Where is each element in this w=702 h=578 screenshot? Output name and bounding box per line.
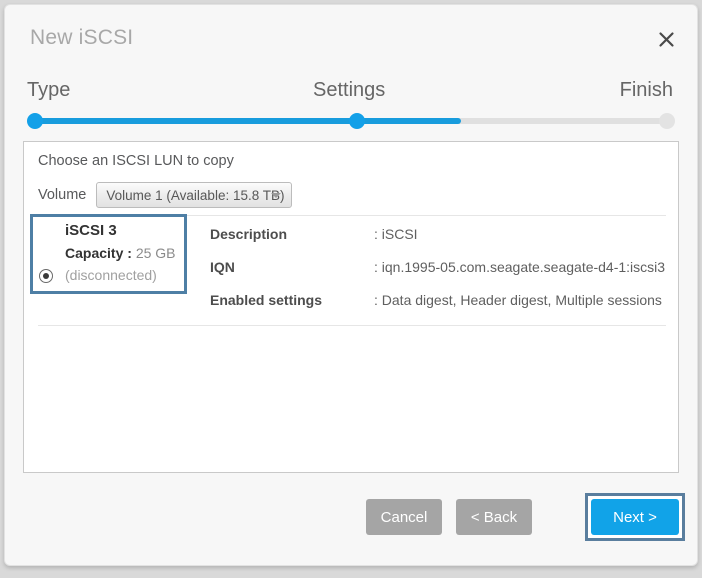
lun-capacity-label: Capacity : (65, 245, 132, 261)
detail-value-iqn: : iqn.1995-05.com.seagate.seagate-d4-1:i… (374, 259, 666, 275)
stepper-track-progress (35, 118, 461, 124)
page-title: New iSCSI (30, 26, 134, 49)
detail-value-description: : iSCSI (374, 226, 418, 242)
dialog-titlebar: New iSCSI (5, 5, 697, 67)
wizard-stepper: Type Settings Finish (5, 67, 697, 129)
lun-radio-button[interactable] (39, 269, 53, 283)
lun-capacity: Capacity : 25 GB (65, 245, 176, 261)
volume-row: Volume Volume 1 (Available: 15.8 TB) (38, 182, 293, 208)
detail-row: IQN : iqn.1995-05.com.seagate.seagate-d4… (210, 259, 670, 292)
volume-select-value: Volume 1 (Available: 15.8 TB) (106, 187, 285, 203)
new-iscsi-dialog: New iSCSI Type Settings Finish Choose an… (4, 4, 698, 566)
volume-select[interactable]: Volume 1 (Available: 15.8 TB) (96, 182, 293, 208)
lun-capacity-value: 25 GB (135, 245, 176, 261)
detail-label-iqn: IQN (210, 259, 235, 275)
content-panel: Choose an ISCSI LUN to copy Volume Volum… (23, 141, 679, 473)
detail-label-description: Description (210, 226, 288, 242)
step-label-type: Type (27, 79, 71, 101)
back-button[interactable]: < Back (456, 499, 532, 535)
panel-heading: Choose an ISCSI LUN to copy (38, 153, 234, 169)
detail-row: Description : iSCSI (210, 226, 670, 259)
volume-label: Volume (38, 187, 87, 203)
stepper-dot-finish[interactable] (659, 113, 675, 129)
stepper-dot-type[interactable] (27, 113, 43, 129)
stepper-track (27, 113, 675, 129)
lun-name: iSCSI 3 (65, 222, 117, 239)
lun-details: Description : iSCSI IQN : iqn.1995-05.co… (210, 226, 670, 325)
close-icon[interactable] (653, 26, 679, 52)
chevron-down-icon (271, 193, 282, 198)
next-button[interactable]: Next > (591, 499, 679, 535)
lun-card-iscsi3[interactable]: iSCSI 3 Capacity : 25 GB (disconnected) (30, 214, 187, 294)
detail-value-enabled-settings: : Data digest, Header digest, Multiple s… (374, 292, 662, 308)
detail-label-enabled-settings: Enabled settings (210, 292, 323, 308)
step-label-settings: Settings (313, 79, 386, 101)
cancel-button[interactable]: Cancel (366, 499, 442, 535)
stepper-dot-settings[interactable] (349, 113, 365, 129)
detail-row: Enabled settings : Data digest, Header d… (210, 292, 670, 325)
divider-bottom (38, 325, 666, 326)
lun-status: (disconnected) (65, 267, 157, 283)
dialog-footer: Cancel < Back Next > (5, 493, 697, 541)
step-label-finish: Finish (619, 79, 673, 101)
